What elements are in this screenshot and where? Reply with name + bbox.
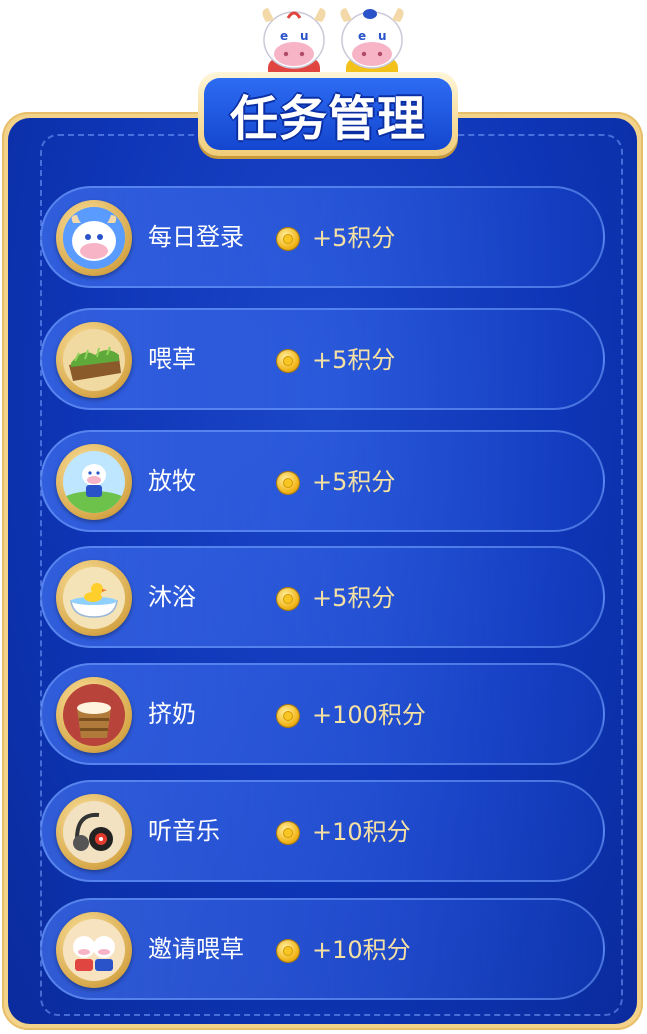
svg-text:e: e <box>280 29 288 43</box>
task-name: 邀请喂草 <box>148 935 244 963</box>
task-row-milking[interactable]: 挤奶 +100积分 <box>40 663 605 765</box>
cow-face-icon <box>63 207 125 269</box>
task-name: 每日登录 <box>148 223 244 251</box>
task-icon-frame <box>56 677 132 753</box>
task-row-feed-grass[interactable]: 喂草 +5积分 <box>40 308 605 410</box>
task-icon-frame <box>56 560 132 636</box>
task-points: +5积分 <box>312 346 396 374</box>
page-title: 任务管理 <box>229 91 426 147</box>
coin-icon <box>277 350 299 372</box>
task-name: 放牧 <box>148 467 196 495</box>
coin-icon <box>277 705 299 727</box>
task-name: 沐浴 <box>148 583 196 611</box>
coin-icon <box>277 822 299 844</box>
task-row-daily-login[interactable]: 每日登录 +5积分 <box>40 186 605 288</box>
task-points: +5积分 <box>312 224 396 252</box>
task-icon-frame <box>56 912 132 988</box>
coin-icon <box>277 588 299 610</box>
task-icon-frame <box>56 322 132 398</box>
cow-pasture-icon <box>63 451 125 513</box>
task-row-bath[interactable]: 沐浴 +5积分 <box>40 546 605 648</box>
task-icon-frame <box>56 794 132 870</box>
task-row-listen-music[interactable]: 听音乐 +10积分 <box>40 780 605 882</box>
task-icon-frame <box>56 200 132 276</box>
task-points: +10积分 <box>312 936 411 964</box>
task-icon-frame <box>56 444 132 520</box>
coin-icon <box>277 228 299 250</box>
title-badge-inner: 任务管理 <box>204 78 452 150</box>
svg-text:u: u <box>300 29 309 43</box>
grass-basket-icon <box>63 329 125 391</box>
svg-text:u: u <box>378 29 387 43</box>
task-points: +5积分 <box>312 468 396 496</box>
task-name: 挤奶 <box>148 700 196 728</box>
headphones-icon <box>63 801 125 863</box>
svg-text:e: e <box>358 29 366 43</box>
title-badge: 任务管理 <box>198 72 458 156</box>
task-management-screen: e u e u 任务管理 每日登录 +5积分 喂草 +5积分 放牧 +5积分 沐… <box>0 0 647 1034</box>
coin-icon <box>277 472 299 494</box>
milk-bucket-icon <box>63 684 125 746</box>
task-row-grazing[interactable]: 放牧 +5积分 <box>40 430 605 532</box>
task-points: +10积分 <box>312 818 411 846</box>
task-points: +100积分 <box>312 701 426 729</box>
duck-bathtub-icon <box>63 567 125 629</box>
task-name: 听音乐 <box>148 817 220 845</box>
cow-friends-icon <box>63 919 125 981</box>
coin-icon <box>277 940 299 962</box>
task-name: 喂草 <box>148 345 196 373</box>
task-row-invite-feed[interactable]: 邀请喂草 +10积分 <box>40 898 605 1000</box>
task-points: +5积分 <box>312 584 396 612</box>
